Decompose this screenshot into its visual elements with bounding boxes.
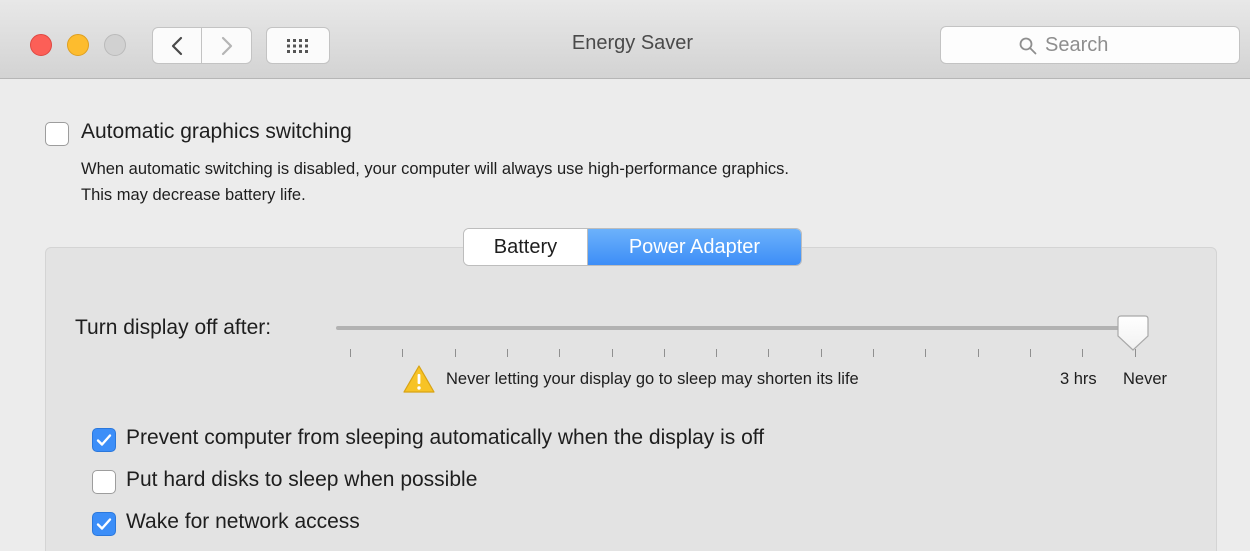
magnifier-icon bbox=[1019, 37, 1037, 54]
graphics-description-line1: When automatic switching is disabled, yo… bbox=[81, 160, 789, 178]
slider-tick bbox=[821, 349, 822, 357]
slider-tick bbox=[873, 349, 874, 357]
warning-triangle-icon bbox=[403, 365, 435, 393]
slider-tick bbox=[925, 349, 926, 357]
tab-battery[interactable]: Battery bbox=[464, 229, 588, 265]
hard-disk-sleep-label: Put hard disks to sleep when possible bbox=[126, 468, 478, 491]
prevent-sleep-checkbox[interactable] bbox=[92, 428, 116, 452]
warning-text: Never letting your display go to sleep m… bbox=[446, 369, 859, 388]
wake-network-checkbox[interactable] bbox=[92, 512, 116, 536]
search-inner: Search bbox=[1019, 34, 1108, 57]
search-placeholder: Search bbox=[1045, 34, 1109, 56]
prevent-sleep-label: Prevent computer from sleeping automatic… bbox=[126, 426, 765, 449]
graphics-switching-checkbox[interactable] bbox=[45, 122, 69, 146]
slider-tick bbox=[716, 349, 717, 357]
hard-disk-sleep-checkbox[interactable] bbox=[92, 470, 116, 494]
title-bar: Energy Saver Search bbox=[0, 0, 1250, 79]
slider-tick bbox=[612, 349, 613, 357]
energy-saver-window: Energy Saver Search Automatic graphics s… bbox=[0, 0, 1250, 551]
slider-tick bbox=[1030, 349, 1031, 357]
slider-tick bbox=[978, 349, 979, 357]
graphics-switching-label: Automatic graphics switching bbox=[81, 120, 352, 143]
slider-tick bbox=[455, 349, 456, 357]
slider-tick bbox=[402, 349, 403, 357]
slider-knob[interactable] bbox=[1117, 315, 1149, 351]
tick-label-3hrs: 3 hrs bbox=[1060, 370, 1097, 388]
slider-tick bbox=[1082, 349, 1083, 357]
slider-tick bbox=[507, 349, 508, 357]
slider-tick bbox=[350, 349, 351, 357]
settings-panel bbox=[45, 247, 1217, 551]
graphics-description-line2: This may decrease battery life. bbox=[81, 186, 306, 204]
tick-label-never: Never bbox=[1123, 370, 1168, 388]
slider-tick bbox=[664, 349, 665, 357]
checkmark-icon bbox=[96, 518, 112, 530]
display-sleep-warning: Never letting your display go to sleep m… bbox=[402, 364, 859, 394]
display-sleep-slider[interactable] bbox=[336, 326, 1132, 330]
power-source-tabs: Battery Power Adapter bbox=[463, 228, 802, 266]
slider-tick bbox=[768, 349, 769, 357]
search-input[interactable]: Search bbox=[940, 26, 1240, 64]
wake-network-label: Wake for network access bbox=[126, 510, 360, 533]
checkmark-icon bbox=[96, 434, 112, 446]
slider-tick bbox=[559, 349, 560, 357]
tab-power-adapter[interactable]: Power Adapter bbox=[587, 229, 801, 265]
display-sleep-label: Turn display off after: bbox=[75, 316, 272, 339]
